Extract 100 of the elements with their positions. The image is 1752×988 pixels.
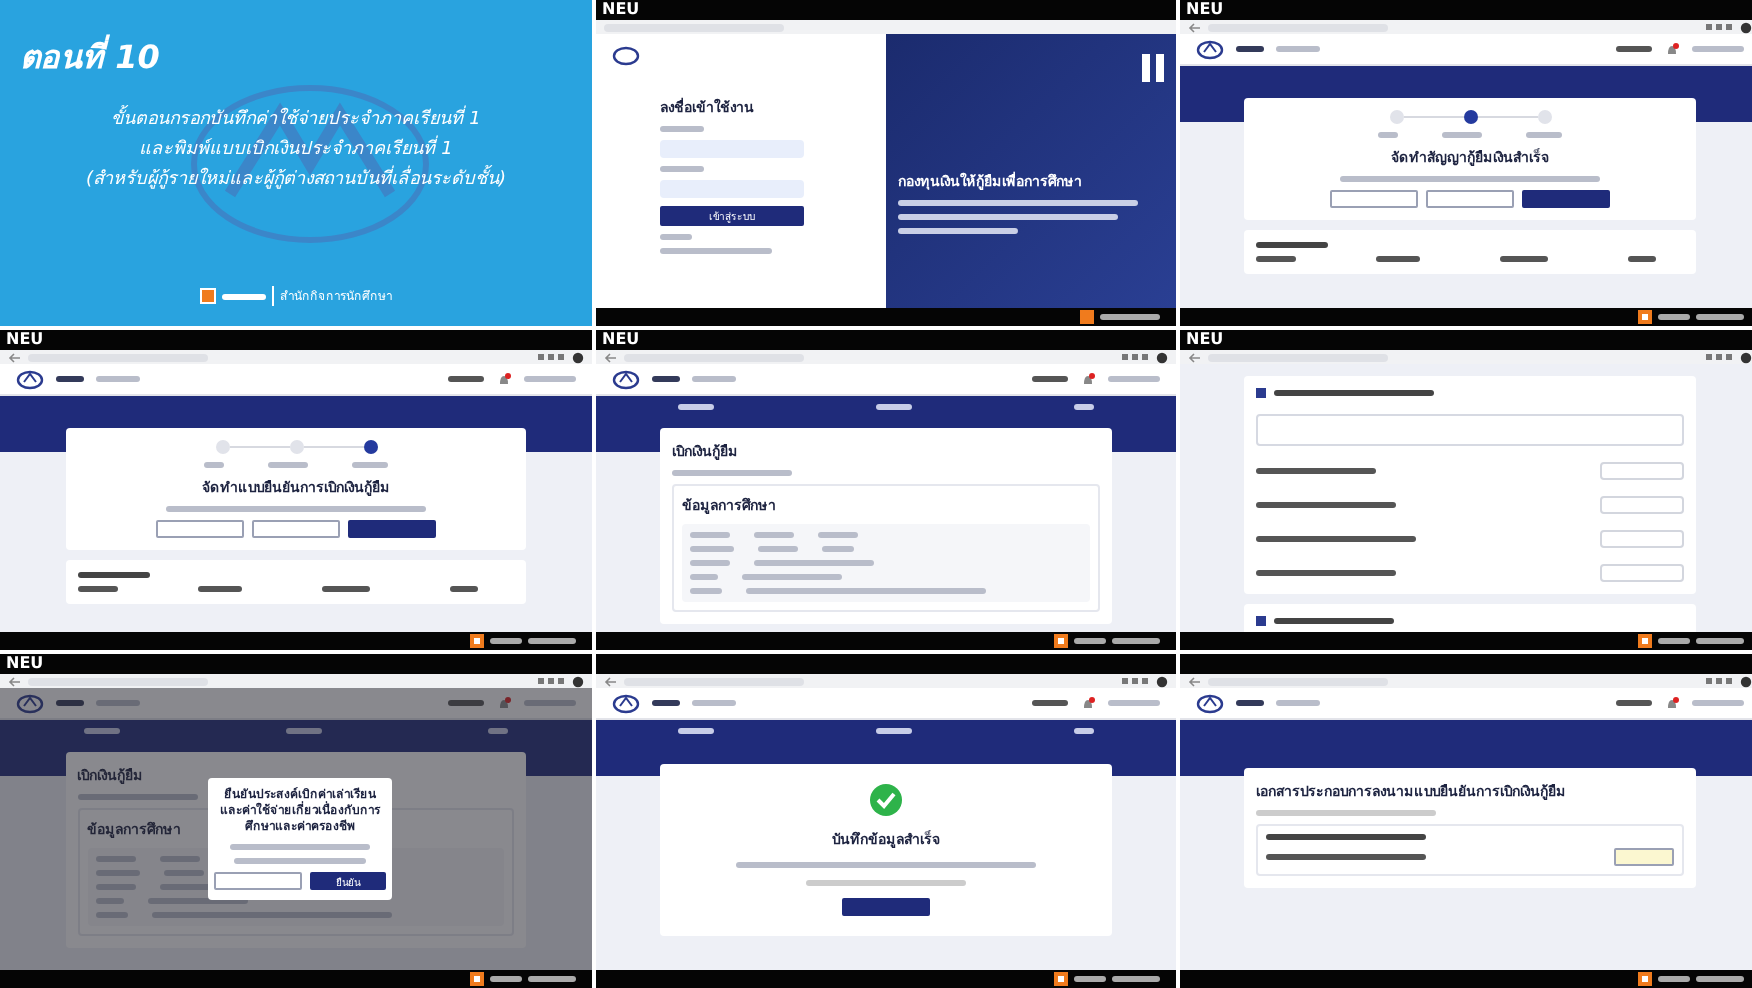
video-label: NEU xyxy=(602,0,640,20)
blurred-text xyxy=(1074,404,1095,410)
blurred-text xyxy=(1108,376,1160,382)
blurred-text xyxy=(1696,314,1744,320)
blurred-text xyxy=(652,700,680,706)
blurred-text xyxy=(1658,314,1690,320)
blurred-text xyxy=(1074,976,1106,982)
video-label: NEU xyxy=(1186,0,1224,20)
secondary-button[interactable] xyxy=(156,520,244,538)
blurred-text xyxy=(1236,46,1264,52)
address-bar[interactable] xyxy=(624,353,804,361)
toolbar-icons xyxy=(1706,352,1734,362)
blurred-text xyxy=(234,858,366,864)
blurred-text xyxy=(448,700,484,706)
blurred-text xyxy=(230,844,370,850)
logo-icon xyxy=(16,369,44,389)
blurred-text xyxy=(1255,502,1396,508)
logo-icon xyxy=(470,634,484,648)
blurred-text xyxy=(1442,132,1482,138)
blurred-text xyxy=(524,700,576,706)
profile-icon xyxy=(1740,21,1752,33)
cancel-button[interactable] xyxy=(214,872,302,890)
address-bar[interactable] xyxy=(28,353,208,361)
blurred-text xyxy=(660,126,704,132)
profile-icon xyxy=(1740,351,1752,363)
blurred-text xyxy=(1658,976,1690,982)
blurred-text xyxy=(77,586,118,592)
blurred-text xyxy=(96,376,140,382)
bell-icon xyxy=(496,371,512,387)
blurred-text xyxy=(222,293,266,299)
logo-icon xyxy=(612,46,640,66)
blurred-text xyxy=(875,404,912,410)
blurred-text xyxy=(96,700,140,706)
input-field[interactable] xyxy=(660,180,804,198)
pause-icon xyxy=(1142,54,1164,82)
logo-icon xyxy=(1638,972,1652,986)
blurred-text xyxy=(671,470,792,476)
blurred-text xyxy=(1032,700,1068,706)
back-icon xyxy=(1188,675,1202,687)
blurred-text xyxy=(1616,700,1652,706)
video-label: NEU xyxy=(6,330,44,350)
logo-icon xyxy=(1054,634,1068,648)
blurred-text xyxy=(753,560,874,566)
bell-icon xyxy=(1664,695,1680,711)
subtitle-line: ขั้นตอนกรอกบันทึกค่าใช้จ่ายประจำภาคเรียนที่ 1 xyxy=(16,106,576,136)
input-field[interactable] xyxy=(1600,496,1685,514)
secondary-button[interactable] xyxy=(252,520,340,538)
toolbar-icons xyxy=(1706,22,1734,32)
input-field[interactable] xyxy=(1600,564,1685,582)
bell-icon xyxy=(1080,371,1096,387)
logo-icon xyxy=(16,693,44,713)
blurred-text xyxy=(352,462,388,468)
back-icon xyxy=(604,351,618,363)
logo-icon xyxy=(1196,39,1224,59)
back-icon xyxy=(1188,21,1202,33)
blurred-text xyxy=(1375,256,1420,262)
blurred-text xyxy=(490,976,522,982)
blurred-text xyxy=(268,462,308,468)
blurred-text xyxy=(1255,242,1328,248)
address-bar[interactable] xyxy=(28,677,208,685)
profile-icon xyxy=(1156,675,1168,687)
blurred-text xyxy=(528,976,576,982)
blurred-text xyxy=(821,546,854,552)
secondary-button[interactable] xyxy=(1330,190,1418,208)
video-label: NEU xyxy=(602,330,640,350)
blurred-text xyxy=(1616,46,1652,52)
address-bar[interactable] xyxy=(1208,353,1388,361)
video-label: NEU xyxy=(1186,330,1224,350)
blurred-text xyxy=(197,586,242,592)
address-bar[interactable] xyxy=(624,677,804,685)
blurred-text xyxy=(448,376,484,382)
download-button[interactable] xyxy=(1614,848,1675,866)
blurred-text xyxy=(689,588,722,594)
input-field[interactable] xyxy=(1600,530,1685,548)
blurred-text xyxy=(488,728,509,734)
input-field[interactable] xyxy=(1600,462,1685,480)
blurred-text xyxy=(56,376,84,382)
logo-icon xyxy=(1196,693,1224,713)
blurred-text xyxy=(77,794,198,800)
blurred-text xyxy=(1255,256,1296,262)
blurred-text xyxy=(1276,46,1320,52)
secondary-button[interactable] xyxy=(1426,190,1514,208)
section-icon xyxy=(1255,388,1266,398)
input-field[interactable] xyxy=(660,140,804,158)
primary-button[interactable] xyxy=(842,898,930,916)
logo-icon xyxy=(612,693,640,713)
blurred-text xyxy=(77,572,150,578)
blurred-text xyxy=(660,248,772,254)
address-bar[interactable] xyxy=(604,23,784,31)
blurred-text xyxy=(898,228,1018,234)
address-bar[interactable] xyxy=(1208,23,1388,31)
toolbar-icons xyxy=(538,676,566,686)
blurred-text xyxy=(1100,314,1160,320)
blurred-text xyxy=(490,638,522,644)
address-bar[interactable] xyxy=(1208,677,1388,685)
toolbar-icons xyxy=(1122,352,1150,362)
back-icon xyxy=(8,351,22,363)
episode-title: ตอนที่ 10 xyxy=(20,32,162,80)
blurred-text xyxy=(1692,700,1744,706)
blurred-text xyxy=(1692,46,1744,52)
